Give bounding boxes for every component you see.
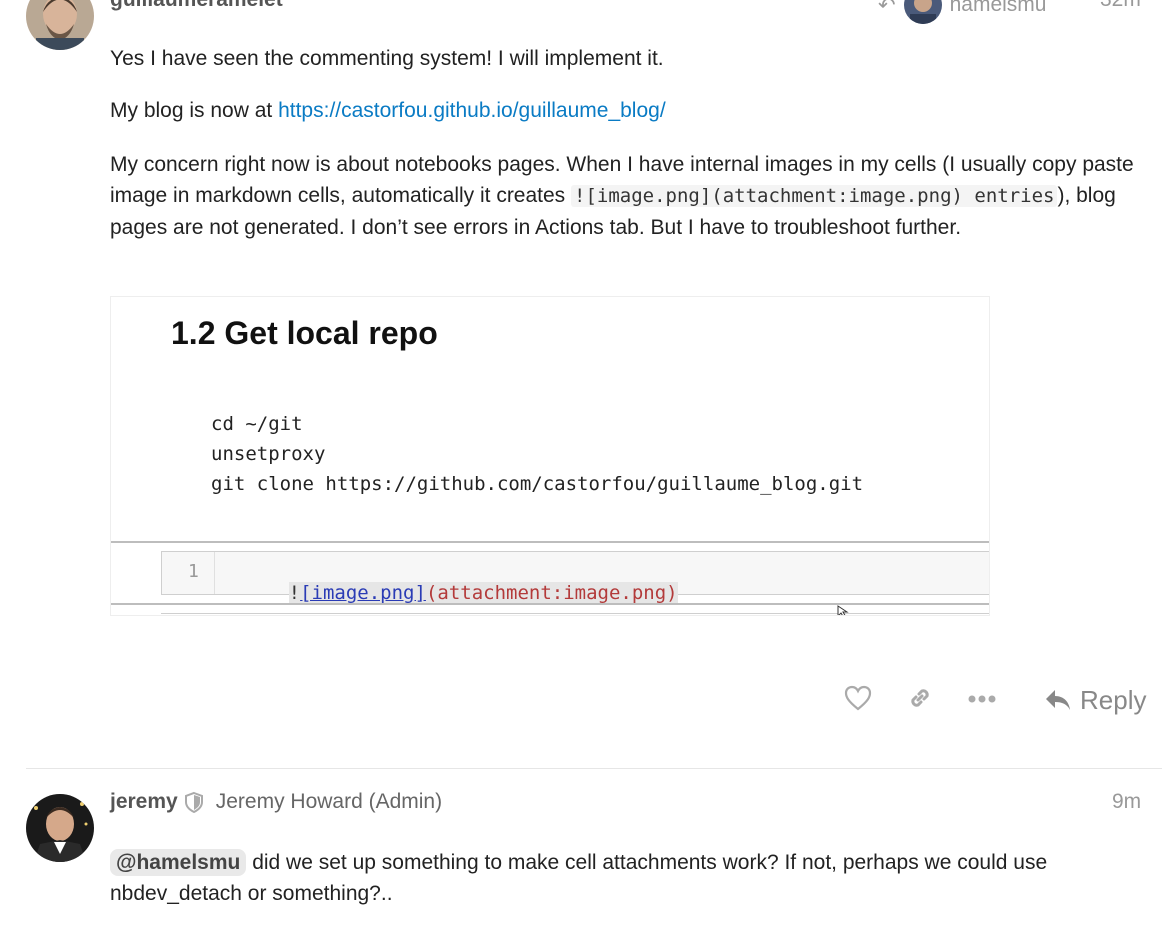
notebook-heading: 1.2 Get local repo [171, 315, 438, 351]
more-options-icon[interactable] [968, 691, 996, 709]
cell-divider [111, 541, 989, 543]
reply-to-indicator[interactable]: ↶ hamelsmu [878, 0, 1046, 24]
shield-icon [184, 791, 203, 813]
reply-button[interactable]: Reply [1044, 685, 1146, 716]
share-link-icon[interactable] [906, 684, 934, 717]
notebook-screenshot[interactable]: 1.2 Get local repo cd ~/git unsetproxy g… [110, 296, 990, 616]
post-paragraph-2: My blog is now at https://castorfou.gith… [110, 99, 666, 122]
post2-username[interactable]: jeremy [110, 790, 178, 814]
post-paragraph-3: My concern right now is about notebooks … [110, 153, 1134, 239]
post2-time[interactable]: 9m [1112, 790, 1141, 814]
cell-line-number: 1 [188, 561, 199, 582]
mention-hamelsmu[interactable]: @hamelsmu [110, 849, 247, 876]
avatar-hamelsmu [903, 0, 942, 24]
reply-to-username: hamelsmu [949, 0, 1047, 16]
cell-gutter-divider [214, 552, 215, 594]
post-separator [26, 768, 1162, 769]
cell-bottom-line [111, 603, 989, 605]
post-time[interactable]: 32m [1100, 0, 1141, 12]
blog-link[interactable]: https://castorfou.github.io/guillaume_bl… [278, 99, 666, 122]
cell-bottom-line-2 [161, 613, 989, 614]
post-paragraph-1: Yes I have seen the commenting system! I… [110, 47, 664, 70]
like-heart-icon[interactable] [844, 685, 872, 716]
cursor-icon [837, 605, 849, 615]
post-actions: Reply [844, 680, 1146, 720]
code-line: unsetproxy [211, 443, 326, 465]
code-line: git clone https://github.com/castorfou/g… [211, 473, 864, 495]
notebook-code-block: cd ~/git unsetproxy git clone https://gi… [211, 409, 863, 499]
code-line: cd ~/git [211, 413, 303, 435]
reply-icon [1046, 690, 1070, 710]
reply-arrow-icon: ↶ [878, 0, 896, 17]
post2-fullname: Jeremy Howard (Admin) [215, 790, 443, 813]
inline-code: ![image.png](attachment:image.png) entri… [571, 185, 1058, 207]
cell-content: ![image.png](attachment:image.png) [288, 582, 678, 604]
reply-label: Reply [1080, 684, 1147, 715]
post-username[interactable]: guillaumeramelet [110, 0, 283, 12]
markdown-cell: 1 ![image.png](attachment:image.png) [161, 551, 989, 604]
post2-paragraph: @hamelsmu did we set up something to mak… [110, 849, 1048, 905]
avatar-jeremy[interactable] [26, 794, 94, 862]
avatar-guillaume[interactable] [26, 0, 94, 50]
post2-header: jeremy Jeremy Howard (Admin) [110, 790, 442, 814]
